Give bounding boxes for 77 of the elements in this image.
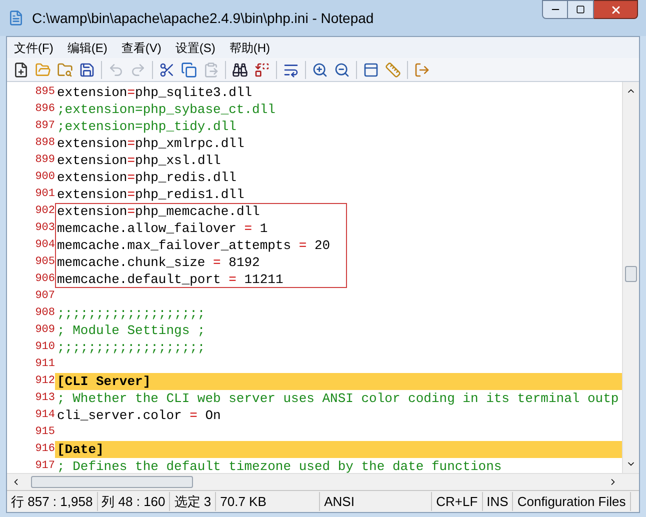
line-number: 911 [34,357,55,372]
line-number: 901 [34,187,55,202]
wrap-text-icon[interactable] [283,62,299,78]
line-number: 903 [34,221,55,236]
code-text: extension=php_redis1.dll [56,186,244,203]
status-field: 列 48 : 160 [98,492,170,512]
status-field: CR+LF [432,492,483,512]
ruler-icon[interactable] [385,62,401,78]
line-number: 912 [34,374,55,389]
binoculars-icon[interactable] [232,62,248,78]
zoom-in-icon[interactable] [312,62,328,78]
scroll-thumb[interactable] [625,266,637,282]
folder-search-icon[interactable] [57,62,73,78]
maximize-button[interactable] [568,0,594,19]
line-number: 896 [34,102,55,117]
line-number: 898 [34,136,55,151]
copy-icon[interactable] [181,62,197,78]
status-field: ANSI [320,492,432,512]
close-button[interactable] [594,0,638,19]
comment-text: ; Defines the default timezone used by the date functions [56,458,502,473]
menu-item[interactable]: 编辑(E) [60,38,114,56]
line-number: 895 [34,85,55,100]
line-number: 916 [34,442,55,457]
line-number: 908 [34,306,55,321]
new-file-icon[interactable] [13,62,29,78]
status-field: 行 857 : 1,958 [7,492,98,512]
close-icon [610,4,622,16]
menu-item[interactable]: 文件(F) [7,38,60,56]
horizontal-scrollbar[interactable] [7,473,639,490]
status-field: 70.7 KB [216,492,320,512]
line-number: 915 [34,425,55,440]
maximize-icon [576,5,585,14]
notepad-icon [8,10,24,26]
code-text: memcache.allow_failover = 1 [56,220,268,237]
window-icon[interactable] [363,62,379,78]
line-number: 914 [34,408,55,423]
code-text: extension=php_redis.dll [56,169,236,186]
status-field: INS [482,492,514,512]
code-text: memcache.chunk_size = 8192 [56,254,260,271]
zoom-out-icon[interactable] [334,62,350,78]
menu-item[interactable]: 帮助(H) [222,38,277,56]
code-text: extension=php_xsl.dll [56,152,221,169]
line-number: 897 [34,119,55,134]
code-text: extension=php_sqlite3.dll [56,84,252,101]
save-icon[interactable] [79,62,95,78]
status-field: 选定 3 [170,492,216,512]
exit-icon[interactable] [414,62,430,78]
line-number: 905 [34,255,55,270]
comment-text: ;;;;;;;;;;;;;;;;;;; [56,339,206,356]
status-field: Configuration Files [513,492,631,512]
comment-text: ;extension=php_tidy.dll [56,118,236,135]
line-number: 899 [34,153,55,168]
replace-icon[interactable] [254,62,270,78]
cut-icon[interactable] [159,62,175,78]
menu-item[interactable]: 查看(V) [114,38,168,56]
comment-text: ;extension=php_sybase_ct.dll [56,101,276,118]
line-number: 907 [34,289,55,304]
window-title: C:\wamp\bin\apache\apache2.4.9\bin\php.ini - Notepad [32,8,374,28]
vertical-scrollbar[interactable] [622,82,639,473]
line-number: 910 [34,340,55,355]
comment-text: ; Whether the CLI web server uses ANSI color coding in its terminal outp [56,390,619,407]
code-text: memcache.max_failover_attempts = 20 [56,237,330,254]
line-number: 904 [34,238,55,253]
code-text: extension=php_xmlrpc.dll [56,135,244,152]
line-number: 906 [34,272,55,287]
code-text: cli_server.color = On [56,407,221,424]
line-number: 909 [34,323,55,338]
menu-item[interactable]: 设置(S) [168,38,222,56]
line-number: 913 [34,391,55,406]
code-text: memcache.default_port = 11211 [56,271,284,288]
line-number: 900 [34,170,55,185]
comment-text: ;;;;;;;;;;;;;;;;;;; [56,305,206,322]
comment-text: ; Module Settings ; [56,322,206,339]
code-text: extension=php_memcache.dll [56,203,260,220]
line-number: 902 [34,204,55,219]
line-number: 917 [34,459,55,473]
scroll-thumb[interactable] [31,476,193,488]
